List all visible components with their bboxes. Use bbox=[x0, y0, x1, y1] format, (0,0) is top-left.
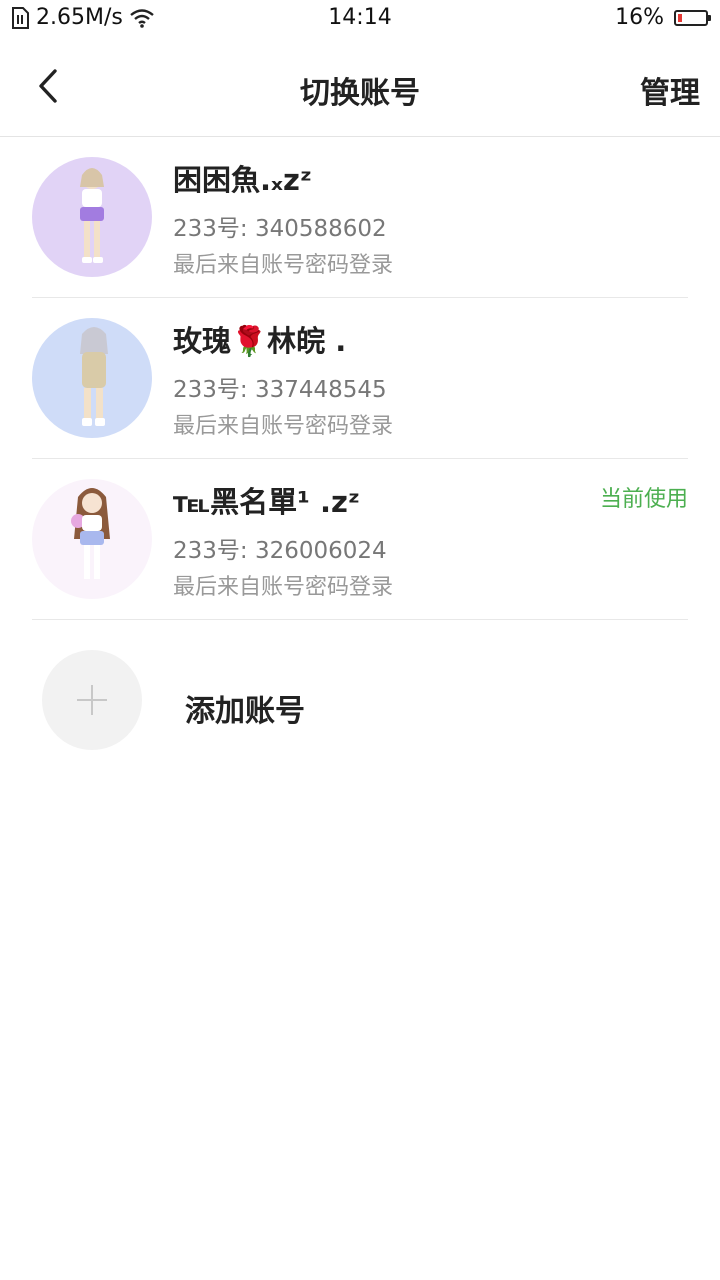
avatar bbox=[32, 318, 152, 438]
account-list: 困困魚.ₓzᶻ 233号: 340588602 最后来自账号密码登录 玫瑰🌹林皖… bbox=[0, 137, 720, 620]
manage-button[interactable]: 管理 bbox=[640, 68, 700, 112]
account-name: 困困魚.ₓzᶻ bbox=[173, 163, 312, 197]
avatar bbox=[32, 157, 152, 277]
account-login-method: 最后来自账号密码登录 bbox=[173, 575, 394, 600]
account-row[interactable]: ℡黑名單¹ .zᶻ 233号: 326006024 最后来自账号密码登录 当前使… bbox=[32, 459, 688, 620]
account-name: 玫瑰🌹林皖 . bbox=[173, 324, 347, 358]
battery-percent: 16% bbox=[615, 5, 664, 30]
status-time: 14:14 bbox=[328, 5, 392, 30]
plus-icon bbox=[42, 650, 142, 750]
battery-level-fill bbox=[678, 13, 682, 22]
account-id: 233号: 326006024 bbox=[173, 538, 387, 564]
avatar bbox=[32, 479, 152, 599]
add-account-button[interactable]: 添加账号 bbox=[0, 620, 720, 780]
current-account-badge: 当前使用 bbox=[599, 487, 688, 512]
battery-icon bbox=[674, 9, 711, 26]
account-id: 233号: 340588602 bbox=[173, 216, 387, 242]
header: 切换账号 管理 bbox=[0, 38, 720, 137]
account-login-method: 最后来自账号密码登录 bbox=[173, 253, 394, 278]
status-bar: 2.65M/s 14:14 16% bbox=[0, 0, 720, 38]
add-account-label: 添加账号 bbox=[185, 694, 305, 729]
status-right: 16% bbox=[615, 5, 711, 30]
account-row[interactable]: 玫瑰🌹林皖 . 233号: 337448545 最后来自账号密码登录 bbox=[32, 298, 688, 459]
account-id: 233号: 337448545 bbox=[173, 377, 387, 403]
account-name: ℡黑名單¹ .zᶻ bbox=[173, 485, 360, 519]
account-login-method: 最后来自账号密码登录 bbox=[173, 414, 394, 439]
page-title: 切换账号 bbox=[300, 76, 420, 111]
account-row[interactable]: 困困魚.ₓzᶻ 233号: 340588602 最后来自账号密码登录 bbox=[32, 137, 688, 298]
